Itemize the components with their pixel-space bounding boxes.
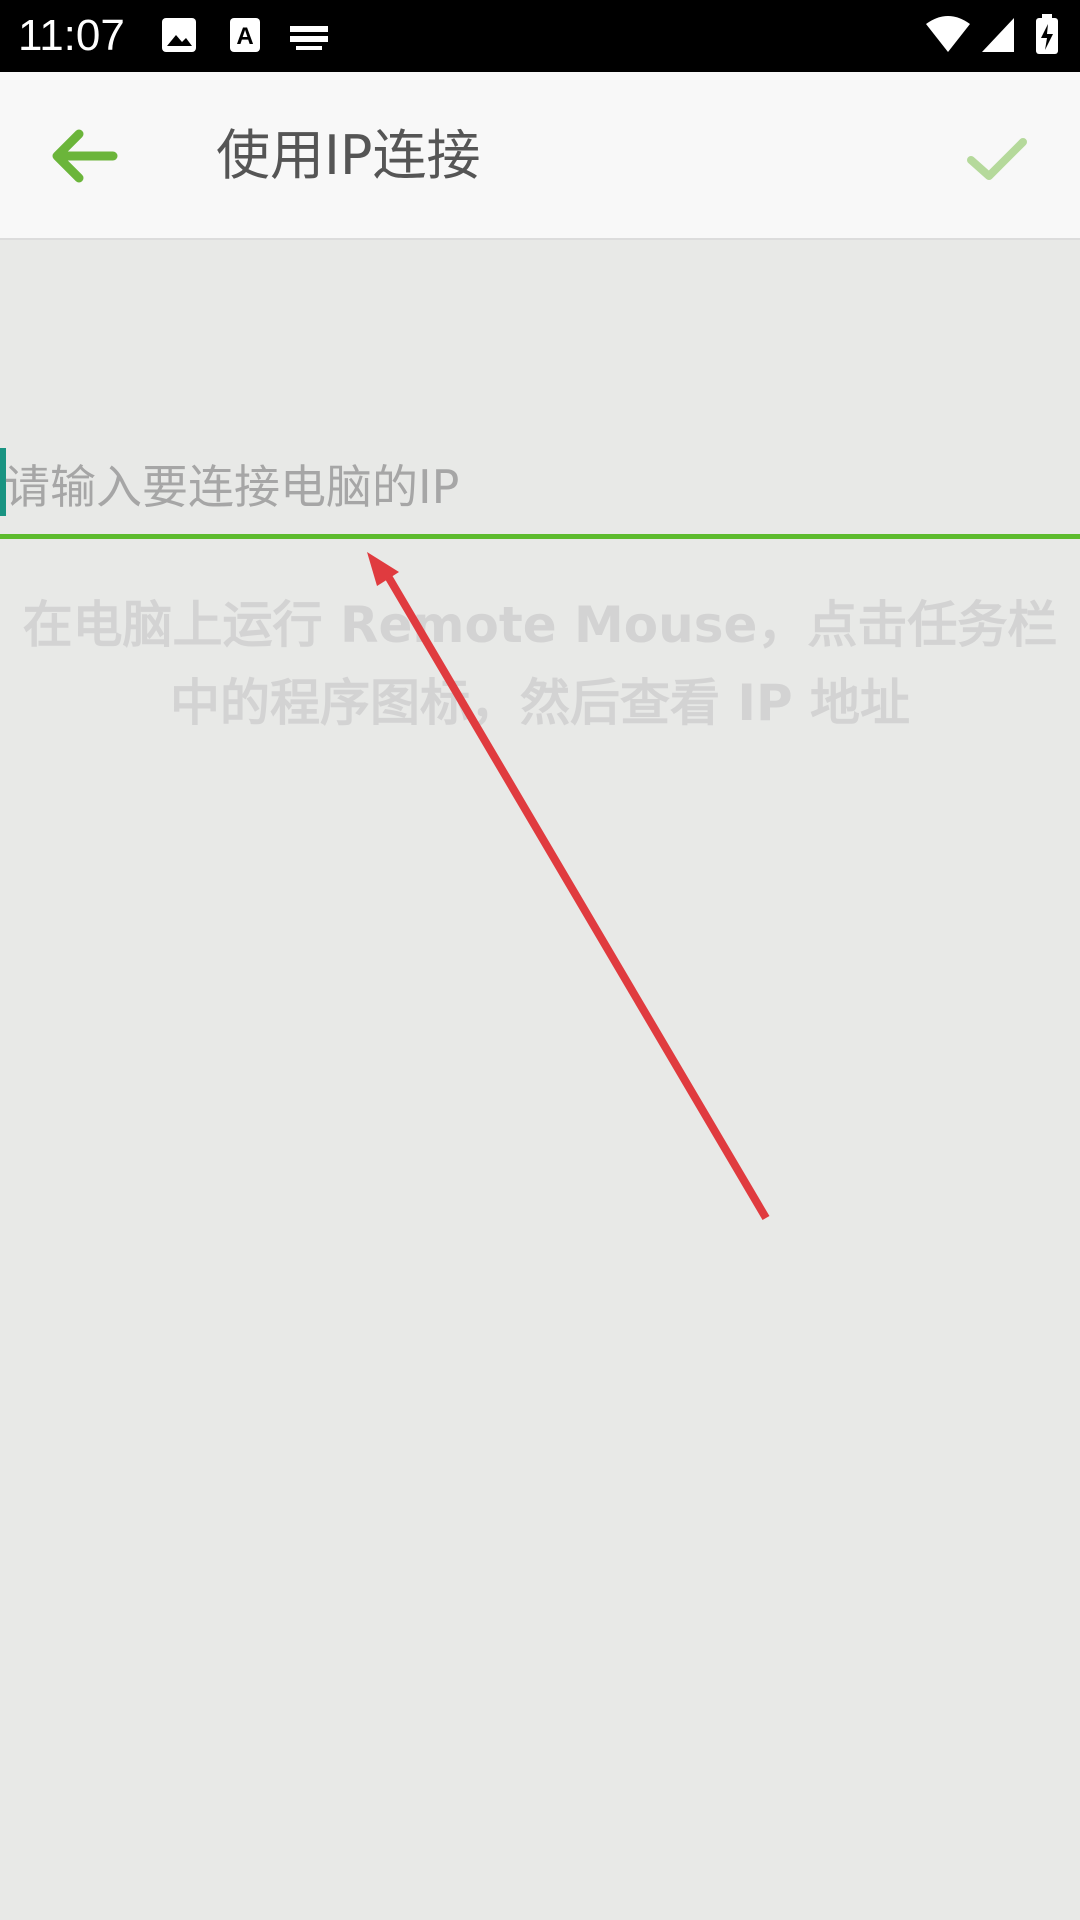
signal-icon bbox=[982, 18, 1014, 52]
page-title: 使用IP连接 bbox=[216, 124, 481, 187]
confirm-button[interactable] bbox=[954, 116, 1040, 202]
status-time: 11:07 bbox=[18, 11, 125, 60]
wifi-icon bbox=[926, 16, 970, 52]
status-right-icons bbox=[926, 14, 1058, 54]
ip-input-container bbox=[0, 440, 1080, 540]
back-button[interactable] bbox=[44, 116, 124, 196]
status-bar: 11:07 A bbox=[0, 0, 1080, 72]
annotation-arrow bbox=[367, 552, 770, 1221]
font-a-icon: A bbox=[230, 18, 260, 52]
ip-hint-text: 在电脑上运行 Remote Mouse，点击任务栏中的程序图标，然后查看 IP … bbox=[22, 596, 1058, 732]
battery-charging-icon bbox=[1036, 14, 1058, 54]
check-icon bbox=[967, 138, 1027, 180]
image-icon bbox=[162, 18, 196, 52]
keyboard-icon bbox=[290, 26, 328, 50]
app-bar: 使用IP连接 bbox=[0, 72, 1080, 240]
ip-address-input[interactable] bbox=[4, 440, 1074, 534]
status-left-icons: A bbox=[162, 18, 328, 52]
input-underline bbox=[0, 534, 1080, 539]
arrow-left-icon bbox=[52, 129, 118, 183]
svg-text:A: A bbox=[236, 23, 253, 50]
